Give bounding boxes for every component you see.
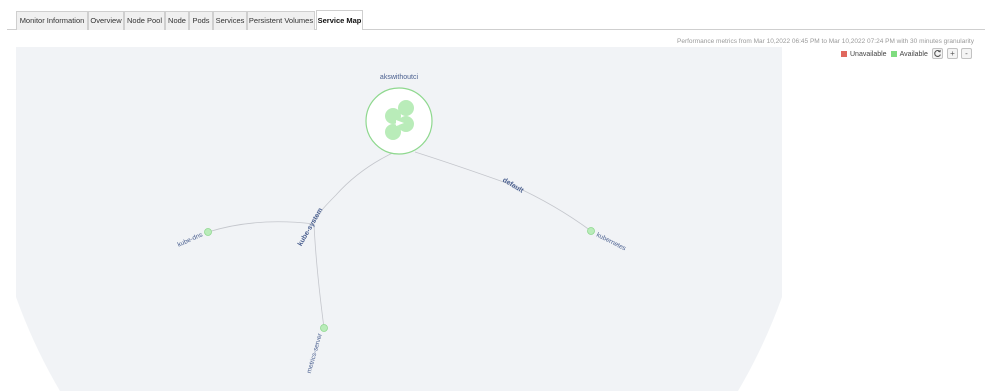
legend-available: Available <box>890 50 928 58</box>
link-kube-system-metrics-server <box>313 223 325 329</box>
refresh-icon <box>934 49 941 57</box>
tab-monitor-information[interactable]: Monitor Information <box>16 11 88 30</box>
tab-pods[interactable]: Pods <box>189 11 213 30</box>
service-label-kube-dns: kube-dns <box>177 231 205 249</box>
tab-service-map[interactable]: Service Map <box>316 10 363 30</box>
tab-node[interactable]: Node <box>165 11 189 30</box>
tab-overview[interactable]: Overview <box>88 11 124 30</box>
tab-persistent-volumes[interactable]: Persistent Volumes <box>247 11 315 30</box>
service-node-kubernetes[interactable] <box>587 227 595 235</box>
zoom-out-button[interactable]: - <box>961 48 972 59</box>
service-node-metrics-server[interactable] <box>320 324 328 332</box>
legend-unavailable: Unavailable <box>841 51 887 58</box>
refresh-button[interactable] <box>932 48 943 59</box>
link-cluster-default <box>414 151 513 186</box>
tab-services[interactable]: Services <box>213 11 247 30</box>
link-default-kubernetes <box>511 184 592 232</box>
legend-unavailable-label: Unavailable <box>850 50 887 58</box>
available-swatch <box>890 51 897 57</box>
link-kube-system-kube-dns <box>207 221 315 233</box>
zoom-in-button[interactable]: + <box>947 48 958 59</box>
cluster-label: akswithoutci <box>380 74 419 81</box>
map-corner-left <box>16 297 60 391</box>
link-cluster-kube-system <box>313 149 400 225</box>
service-node-kube-dns[interactable] <box>204 228 212 236</box>
service-label-kubernetes: kubernetes <box>595 232 628 253</box>
unavailable-swatch <box>841 51 847 57</box>
service-label-metrics-server: metrics-server <box>306 332 324 374</box>
legend-available-label: Available <box>899 50 928 58</box>
status-legend: Unavailable Available <box>841 49 932 59</box>
tab-bar: Monitor Information Overview Node Pool N… <box>7 0 985 30</box>
performance-range-text: Performance metrics from Mar 10,2022 06:… <box>677 38 974 45</box>
tab-node-pool[interactable]: Node Pool <box>124 11 165 30</box>
map-corner-right <box>738 297 782 391</box>
service-map-canvas[interactable]: akswithoutci kube-system default kube-dn… <box>16 47 782 391</box>
service-map-graph: akswithoutci kube-system default kube-dn… <box>16 74 782 391</box>
cluster-node[interactable] <box>365 87 433 155</box>
namespace-label-default: default <box>501 177 525 195</box>
namespace-label-kube-system: kube-system <box>297 207 324 248</box>
